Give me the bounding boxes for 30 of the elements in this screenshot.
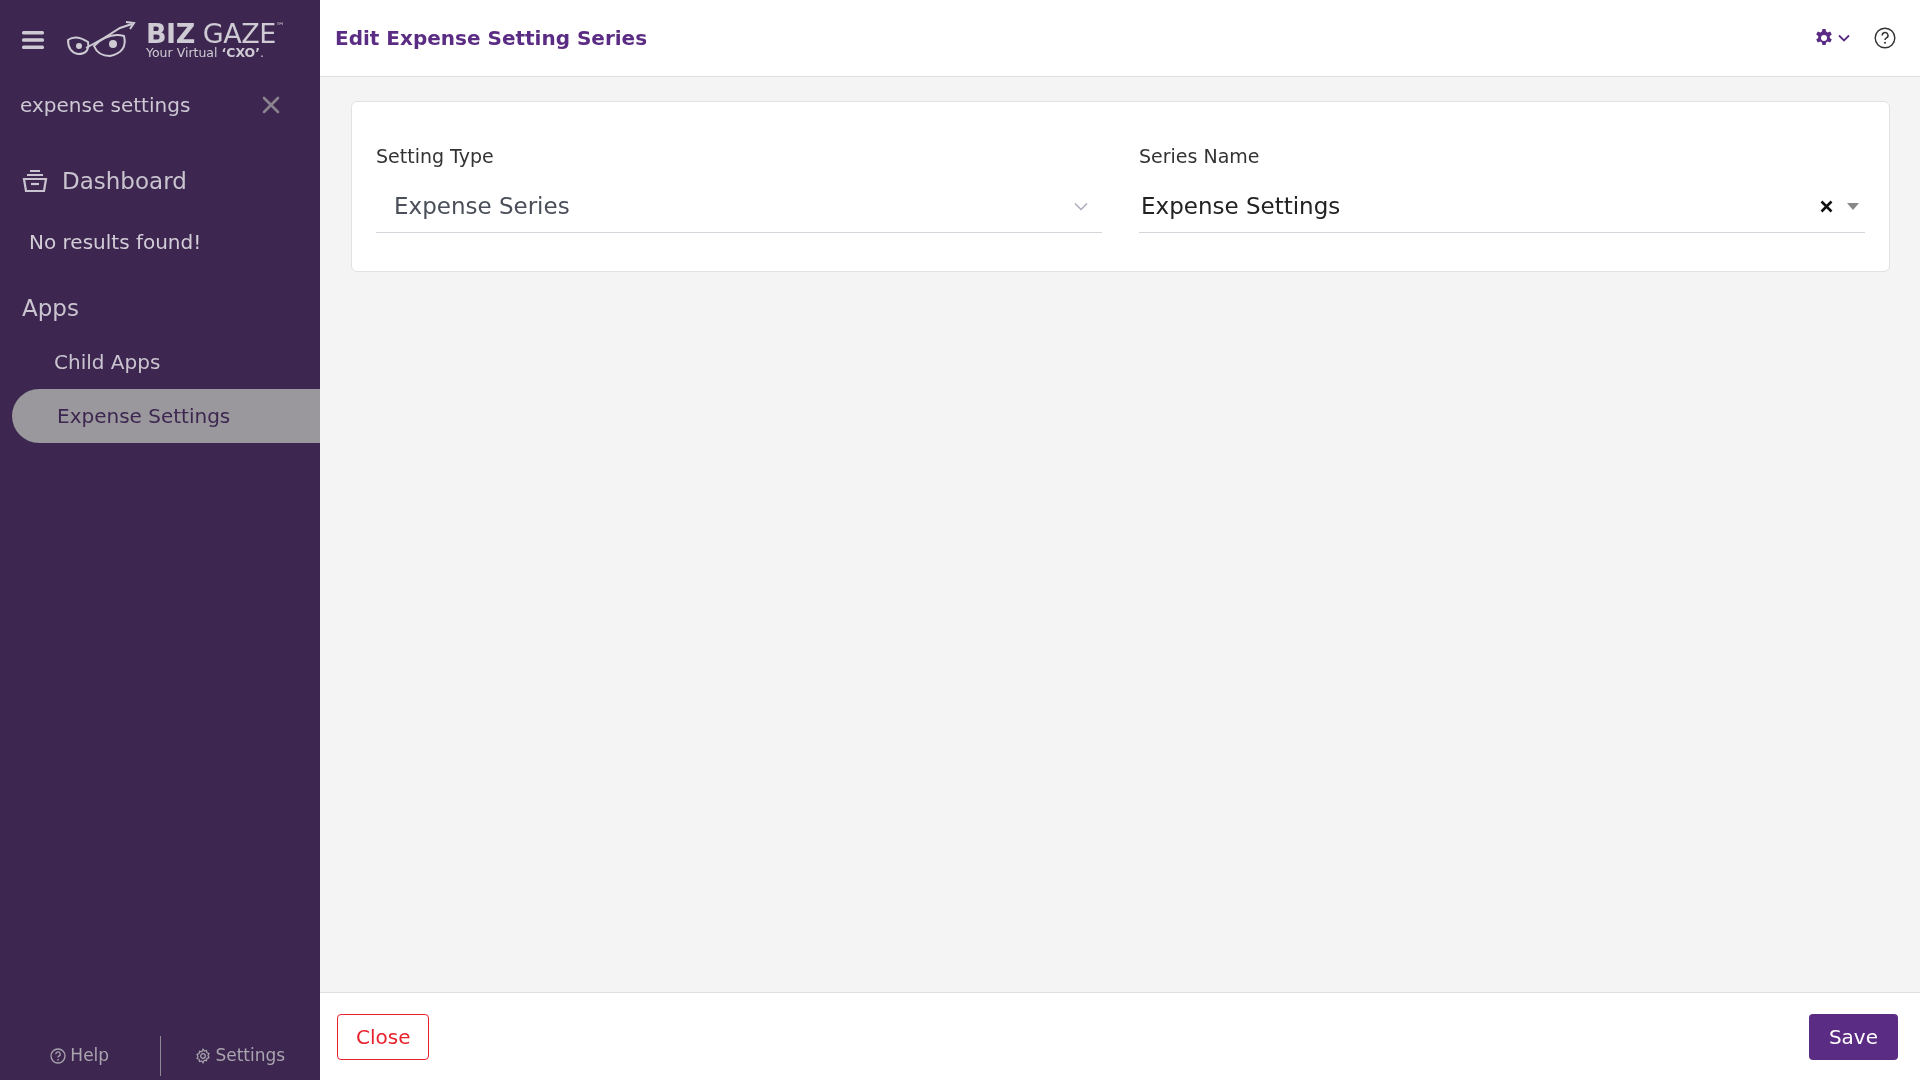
caret-icon <box>1847 202 1859 210</box>
chevron-down-icon <box>1074 201 1088 211</box>
menu-item[interactable]: Dashboard <box>62 164 187 199</box>
gear-icon <box>195 1048 212 1064</box>
brand-tagline: Your Virtual ‘CXO’. <box>146 47 265 60</box>
menu-icon[interactable] <box>22 30 44 50</box>
close-icon[interactable] <box>262 96 280 114</box>
menu-item[interactable]: Expense Settings <box>12 389 320 443</box>
footer-link[interactable]: Help <box>0 1043 160 1069</box>
field-label: Series Name <box>1139 144 1261 169</box>
close-button[interactable]: Close <box>337 1013 430 1060</box>
help-icon <box>50 1048 67 1064</box>
trademark: ™ <box>275 20 285 34</box>
chevron-down-icon <box>1838 34 1850 42</box>
sidebar-search-field[interactable]: expense settings <box>20 90 262 120</box>
clear-icon[interactable] <box>1820 199 1833 213</box>
menu-item[interactable]: Child Apps <box>12 335 320 389</box>
dropdown-field[interactable]: Expense Settings <box>1139 187 1820 225</box>
gear-icon <box>1814 28 1834 48</box>
page-title: Edit Expense Setting Series <box>335 26 648 50</box>
field-label: Setting Type <box>376 144 495 169</box>
tray-icon <box>22 169 48 194</box>
save-button[interactable]: Save <box>1808 1013 1898 1060</box>
brand-name: BIZ GAZE <box>146 20 276 48</box>
footer-link[interactable]: Settings <box>160 1043 320 1069</box>
settings-menu-button[interactable] <box>1814 28 1850 48</box>
empty-message: No results found! <box>28 228 203 256</box>
dropdown-field[interactable]: Expense Series <box>376 187 1074 225</box>
help-icon[interactable] <box>1874 27 1896 49</box>
section-heading: Apps <box>21 293 80 323</box>
